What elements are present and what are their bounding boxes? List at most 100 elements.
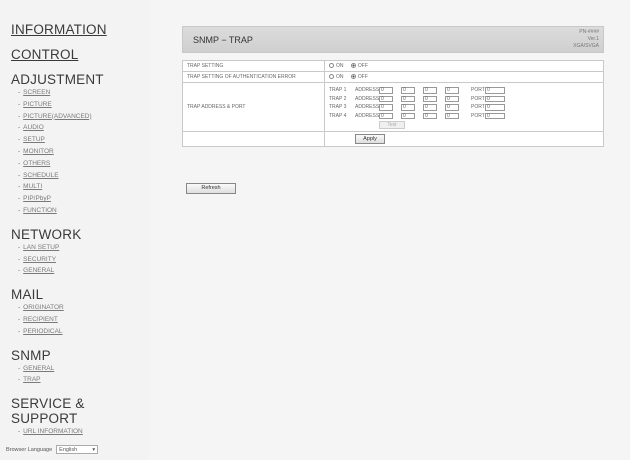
trap-settings-table: TRAP SETTING ON OFF TRAP SETTING OF AUTH… [182,60,604,147]
nav-item-url-information[interactable]: - URL INFORMATION [18,426,150,438]
address-label: ADDRESS [355,87,380,94]
header-info: PN-#### Ver.1 XGA/SVGA [573,29,599,50]
nav-item-trap[interactable]: - TRAP [18,374,150,386]
ip-octet-input[interactable]: 0 [423,95,437,102]
trap-row-1: TRAP 1 ADDRESS 0 0 0 0 PORT 0 [329,86,599,95]
browser-language-value: English [59,446,78,453]
ip-octet-input[interactable]: 0 [379,87,393,94]
address-label: ADDRESS [355,95,380,102]
address-port-label: TRAP ADDRESS & PORT [182,82,325,132]
auth-error-options: ON OFF [324,71,604,83]
nav-item-monitor[interactable]: - MONITOR [18,146,150,158]
apply-row-spacer [182,131,325,147]
apply-row: Apply [182,131,604,147]
trap-setting-off[interactable]: OFF [350,63,368,69]
mail-list: - ORIGINATOR - RECIPIENT - PERIODICAL [11,302,150,337]
apply-cell: Apply [324,131,604,147]
nav-item-setup[interactable]: - SETUP [18,134,150,146]
trap-setting-row: TRAP SETTING ON OFF [182,60,604,72]
nav-item-network-general[interactable]: - GENERAL [18,265,150,277]
ip-octet-input[interactable]: 0 [379,95,393,102]
ip-octet-input[interactable]: 0 [401,87,415,94]
header-resolution: XGA/SVGA [573,43,599,49]
nav-item-audio[interactable]: - AUDIO [18,122,150,134]
chevron-down-icon: ▾ [92,446,96,453]
auth-error-on[interactable]: ON [329,74,344,80]
ip-octet-input[interactable]: 0 [379,112,393,119]
nav-section-network: NETWORK [11,226,82,242]
ip-octet-input[interactable]: 0 [445,112,459,119]
header-version: Ver.1 [587,36,599,42]
ip-octet-input[interactable]: 0 [423,104,437,111]
main-panel: SNMP − TRAP PN-#### Ver.1 XGA/SVGA TRAP … [150,0,630,460]
nav-item-picture[interactable]: - PICTURE [18,99,150,111]
nav-information[interactable]: INFORMATION [11,22,150,37]
trap-row-2: TRAP 2 ADDRESS 0 0 0 0 PORT 0 [329,95,599,104]
ip-octet-input[interactable]: 0 [445,95,459,102]
adjustment-list: - SCREEN - PICTURE - PICTURE(ADVANCED) - AUD… [11,87,150,217]
trap-name: TRAP 2 [329,95,347,102]
port-input[interactable]: 0 [485,87,505,94]
port-label: PORT [471,87,485,94]
nav-item-periodical[interactable]: - PERIODICAL [18,326,150,338]
browser-language-label: Browser Language [6,446,53,453]
service-list: - URL INFORMATION [11,426,150,438]
apply-button[interactable]: Apply [355,134,385,144]
nav-item-screen[interactable]: - SCREEN [18,87,150,99]
nav-control[interactable]: CONTROL [11,47,150,62]
trap-name: TRAP 3 [329,104,347,111]
test-button[interactable]: Test [379,121,405,129]
auth-error-row: TRAP SETTING OF AUTHENTICATION ERROR ON … [182,71,604,83]
address-label: ADDRESS [355,112,380,119]
browser-language: Browser Language English ▾ [6,445,99,454]
trap-setting-on[interactable]: ON [329,63,344,69]
browser-language-select[interactable]: English ▾ [56,445,99,454]
address-port-fields: TRAP 1 ADDRESS 0 0 0 0 PORT 0 TRAP 2 ADD… [324,82,604,132]
ip-octet-input[interactable]: 0 [401,112,415,119]
trap-setting-options: ON OFF [324,60,604,72]
nav-item-originator[interactable]: - ORIGINATOR [18,302,150,314]
nav-item-recipient[interactable]: - RECIPIENT [18,314,150,326]
auth-error-off[interactable]: OFF [350,74,368,80]
page-header: SNMP − TRAP PN-#### Ver.1 XGA/SVGA [182,26,604,53]
port-input[interactable]: 0 [485,104,505,111]
nav-item-pip[interactable]: - PIP/PbyP [18,193,150,205]
ip-octet-input[interactable]: 0 [379,104,393,111]
nav-item-picture-advanced[interactable]: - PICTURE(ADVANCED) [18,111,150,123]
page-title: SNMP − TRAP [193,35,253,45]
refresh-button[interactable]: Refresh [186,183,236,194]
address-label: ADDRESS [355,104,380,111]
port-label: PORT [471,95,485,102]
nav-section-adjustment: ADJUSTMENT [11,72,104,87]
nav-item-others[interactable]: - OTHERS [18,158,150,170]
ip-octet-input[interactable]: 0 [423,112,437,119]
network-list: - LAN SETUP - SECURITY - GENERAL [11,242,150,277]
nav-item-schedule[interactable]: - SCHEDULE [18,170,150,182]
trap-name: TRAP 1 [329,87,347,94]
trap-row-4: TRAP 4 ADDRESS 0 0 0 0 PORT 0 [329,112,599,121]
trap-name: TRAP 4 [329,112,347,119]
nav-section-snmp: SNMP [11,347,51,363]
trap-setting-label: TRAP SETTING [182,60,325,72]
nav-item-snmp-general[interactable]: - GENERAL [18,363,150,375]
port-label: PORT [471,104,485,111]
nav-section-service: SERVICE & SUPPORT [11,396,85,427]
header-model: PN-#### [579,29,599,35]
address-port-row: TRAP ADDRESS & PORT TRAP 1 ADDRESS 0 0 0… [182,82,604,132]
port-input[interactable]: 0 [485,112,505,119]
port-input[interactable]: 0 [485,95,505,102]
nav-item-security[interactable]: - SECURITY [18,254,150,266]
ip-octet-input[interactable]: 0 [401,95,415,102]
nav-item-function[interactable]: - FUNCTION [18,205,150,217]
nav-item-multi[interactable]: - MULTI [18,181,150,193]
nav-item-lan-setup[interactable]: - LAN SETUP [18,242,150,254]
sidebar: INFORMATION CONTROL ADJUSTMENT - SCREEN -… [0,0,150,460]
ip-octet-input[interactable]: 0 [445,87,459,94]
ip-octet-input[interactable]: 0 [423,87,437,94]
trap-row-3: TRAP 3 ADDRESS 0 0 0 0 PORT 0 [329,103,599,112]
port-label: PORT [471,112,485,119]
ip-octet-input[interactable]: 0 [401,104,415,111]
snmp-list: - GENERAL - TRAP [11,363,150,387]
ip-octet-input[interactable]: 0 [445,104,459,111]
nav-section-mail: MAIL [11,287,44,303]
